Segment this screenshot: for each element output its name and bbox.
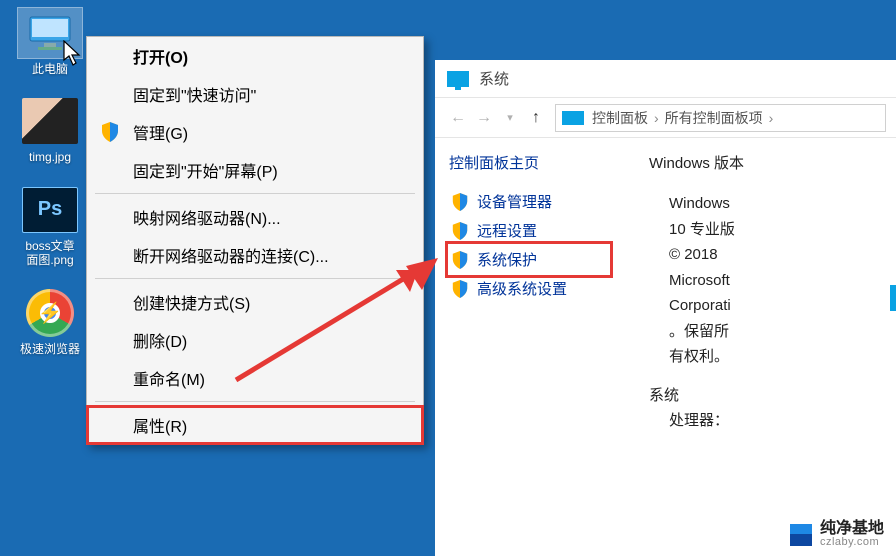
device-manager-label: 设备管理器 — [477, 191, 552, 212]
control-panel-home-link[interactable]: 控制面板主页 — [449, 152, 609, 173]
nav-recent-button[interactable]: ▾ — [497, 111, 523, 124]
system-window-body: 控制面板主页 设备管理器 远程设置 系统保护 高级系统设置 Windows 版本… — [435, 138, 896, 434]
window-title: 系统 — [479, 68, 509, 89]
remote-settings-label: 远程设置 — [477, 220, 537, 241]
system-window-icon — [447, 71, 469, 87]
watermark-name: 纯净基地 — [820, 521, 884, 537]
shield-icon — [451, 222, 469, 240]
chrome-icon: ⚡ — [18, 288, 82, 338]
image-file-label: timg.jpg — [10, 150, 90, 164]
link-system-protection[interactable]: 系统保护 — [449, 245, 609, 274]
ps-thumb-icon: Ps — [18, 185, 82, 235]
link-device-manager[interactable]: 设备管理器 — [449, 187, 609, 216]
menu-manage-label: 管理(G) — [133, 126, 188, 143]
copyright-line4: 。保留所 — [669, 319, 884, 345]
windows-edition-heading: Windows 版本 — [649, 152, 884, 173]
breadcrumb: ← → ▾ ↑ 控制面板 › 所有控制面板项 › — [435, 98, 896, 138]
desktop-icon-browser[interactable]: ⚡ 极速浏览器 — [10, 288, 90, 356]
browser-label: 极速浏览器 — [10, 342, 90, 356]
watermark: 纯净基地 czlaby.com — [790, 521, 884, 548]
control-panel-sidebar: 控制面板主页 设备管理器 远程设置 系统保护 高级系统设置 — [449, 152, 609, 434]
copyright-line3: Corporati — [669, 293, 884, 319]
watermark-logo-icon — [790, 524, 812, 546]
desktop-icons-column: 此电脑 timg.jpg Ps boss文章 面图.png ⚡ 极速浏览器 — [0, 0, 100, 376]
edition-line2: 10 专业版 — [669, 217, 884, 243]
image-thumb-icon — [18, 96, 82, 146]
edition-line1: Windows — [669, 191, 884, 217]
window-titlebar[interactable]: 系统 — [435, 60, 896, 98]
link-remote-settings[interactable]: 远程设置 — [449, 216, 609, 245]
shield-icon — [101, 122, 119, 142]
breadcrumb-path[interactable]: 控制面板 › 所有控制面板项 › — [555, 104, 886, 132]
menu-separator — [95, 193, 415, 194]
system-info-panel: Windows 版本 Windows 10 专业版 © 2018 Microso… — [609, 152, 896, 434]
processor-label: 处理器： — [669, 409, 729, 430]
desktop-icon-image-file[interactable]: timg.jpg — [10, 96, 90, 164]
ps-file-label: boss文章 面图.png — [10, 239, 90, 268]
cursor-icon — [62, 40, 84, 68]
desktop-icon-ps-file[interactable]: Ps boss文章 面图.png — [10, 185, 90, 268]
chevron-right-icon: › — [654, 110, 659, 126]
menu-properties[interactable]: 属性(R) — [87, 406, 423, 444]
menu-pin-quick-access[interactable]: 固定到"快速访问" — [87, 75, 423, 113]
breadcrumb-all-items[interactable]: 所有控制面板项 — [665, 108, 763, 128]
breadcrumb-control-panel[interactable]: 控制面板 — [592, 108, 648, 128]
accent-bar — [890, 285, 896, 311]
menu-disconnect-network-drive[interactable]: 断开网络驱动器的连接(C)... — [87, 236, 423, 274]
nav-forward-button[interactable]: → — [471, 109, 497, 127]
context-menu: 打开(O) 固定到"快速访问" 管理(G) 固定到"开始"屏幕(P) 映射网络驱… — [86, 36, 424, 445]
menu-create-shortcut[interactable]: 创建快捷方式(S) — [87, 283, 423, 321]
advanced-settings-label: 高级系统设置 — [477, 278, 567, 299]
watermark-url: czlaby.com — [820, 537, 884, 548]
shield-icon — [451, 193, 469, 211]
system-window: 系统 ← → ▾ ↑ 控制面板 › 所有控制面板项 › 控制面板主页 设备管理器… — [435, 60, 896, 556]
menu-open[interactable]: 打开(O) — [87, 37, 423, 75]
shield-icon — [451, 251, 469, 269]
system-section-heading: 系统 — [649, 384, 884, 405]
menu-rename[interactable]: 重命名(M) — [87, 359, 423, 397]
menu-delete[interactable]: 删除(D) — [87, 321, 423, 359]
system-protection-label: 系统保护 — [477, 249, 537, 270]
link-advanced-settings[interactable]: 高级系统设置 — [449, 274, 609, 303]
chevron-right-icon: › — [769, 110, 774, 126]
breadcrumb-pc-icon — [562, 111, 584, 125]
menu-pin-start[interactable]: 固定到"开始"屏幕(P) — [87, 151, 423, 189]
menu-manage[interactable]: 管理(G) — [87, 113, 423, 151]
menu-separator — [95, 401, 415, 402]
shield-icon — [451, 280, 469, 298]
windows-edition-block: Windows 10 专业版 © 2018 Microsoft Corporat… — [669, 191, 884, 370]
menu-separator — [95, 278, 415, 279]
copyright-line1: © 2018 — [669, 242, 884, 268]
copyright-line5: 有权利。 — [669, 344, 884, 370]
system-section: 系统 处理器： — [649, 384, 884, 434]
menu-map-network-drive[interactable]: 映射网络驱动器(N)... — [87, 198, 423, 236]
nav-back-button[interactable]: ← — [445, 109, 471, 127]
copyright-line2: Microsoft — [669, 268, 884, 294]
nav-up-button[interactable]: ↑ — [523, 109, 549, 127]
